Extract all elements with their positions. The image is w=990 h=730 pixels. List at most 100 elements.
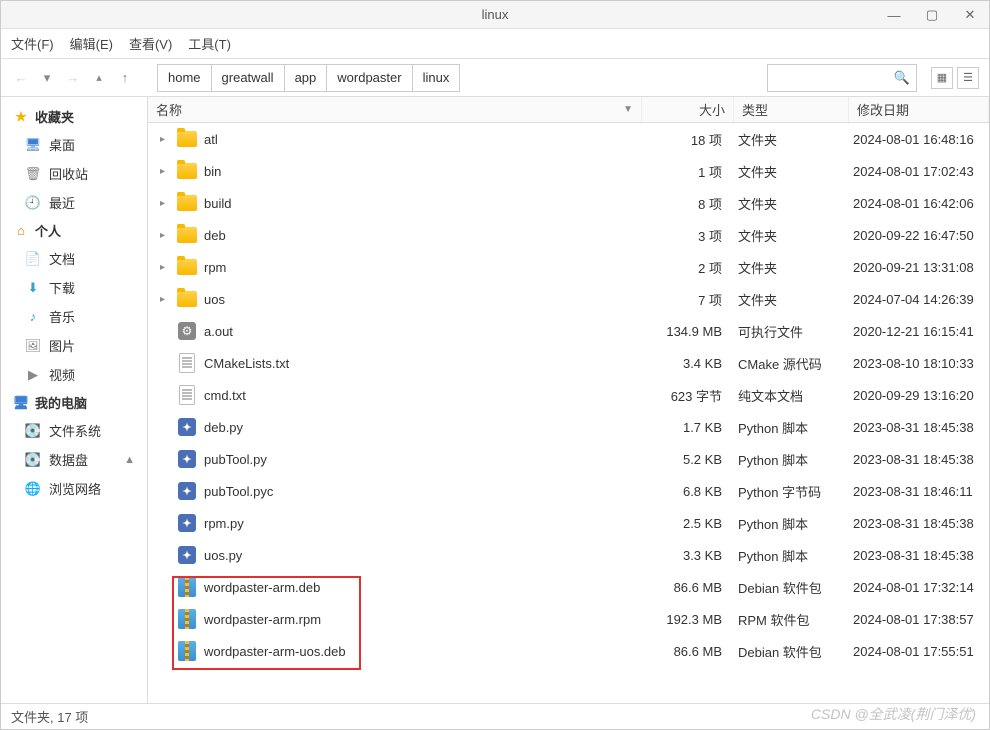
file-row[interactable]: ▸ atl 18 项 文件夹 2024-08-01 16:48:16 [148,123,989,155]
file-size: 1 项 [642,162,734,181]
folder-icon [177,259,197,275]
file-size: 18 项 [642,130,734,149]
column-type[interactable]: 类型 [734,97,849,122]
search-input[interactable] [774,70,894,85]
file-row[interactable]: ✦ deb.py 1.7 KB Python 脚本 2023-08-31 18:… [148,411,989,443]
sidebar-group-title: ⌂个人 [1,217,147,244]
file-row[interactable]: ▸ uos 7 项 文件夹 2024-07-04 14:26:39 [148,283,989,315]
sidebar-item[interactable]: ▶视频 [1,360,147,389]
sidebar-item[interactable]: 🕘最近 [1,188,147,217]
file-row[interactable]: CMakeLists.txt 3.4 KB CMake 源代码 2023-08-… [148,347,989,379]
nav-back-button[interactable]: ← [11,68,31,88]
archive-icon [178,577,196,597]
file-row[interactable]: ✦ pubTool.py 5.2 KB Python 脚本 2023-08-31… [148,443,989,475]
search-box[interactable]: 🔍 [767,64,917,92]
sidebar-item[interactable]: 🌐 浏览网络 [1,474,147,503]
file-row[interactable]: wordpaster-arm-uos.deb 86.6 MB Debian 软件… [148,635,989,667]
search-icon: 🔍 [894,70,910,86]
file-name: bin [204,164,221,179]
file-name: deb.py [204,420,243,435]
file-row[interactable]: ✦ rpm.py 2.5 KB Python 脚本 2023-08-31 18:… [148,507,989,539]
body: ★收藏夹🖥桌面🗑回收站🕘最近⌂个人📄文档⬇下载♪音乐🖼图片▶视频🖥我的电脑💽文件… [1,97,989,703]
breadcrumb-segment[interactable]: linux [413,65,460,91]
sidebar-item-label: 音乐 [49,307,75,326]
window-controls: — ▢ ✕ [875,1,989,29]
column-date[interactable]: 修改日期 [849,97,989,122]
sidebar-item[interactable]: ⬇下载 [1,273,147,302]
file-row[interactable]: wordpaster-arm.deb 86.6 MB Debian 软件包 20… [148,571,989,603]
sidebar-item[interactable]: ♪音乐 [1,302,147,331]
file-name: atl [204,132,218,147]
sidebar-item-label: 回收站 [49,164,88,183]
menu-edit[interactable]: 编辑(E) [70,34,113,53]
breadcrumb-segment[interactable]: app [285,65,328,91]
breadcrumb-segment[interactable]: wordpaster [327,65,412,91]
sidebar-item[interactable]: 📄文档 [1,244,147,273]
file-date: 2020-12-21 16:15:41 [849,324,989,339]
expander-icon[interactable]: ▸ [160,262,170,273]
file-type: Python 字节码 [734,482,849,501]
sort-indicator-icon: ▼ [623,104,633,115]
file-size: 3 项 [642,226,734,245]
place-icon: 🌐 [25,481,41,497]
expander-icon[interactable]: ▸ [160,294,170,305]
file-type: Python 脚本 [734,450,849,469]
place-icon: 🖼 [25,338,41,354]
maximize-button[interactable]: ▢ [913,1,951,29]
file-date: 2024-08-01 17:02:43 [849,164,989,179]
file-size: 3.4 KB [642,356,734,371]
file-rows[interactable]: ▸ atl 18 项 文件夹 2024-08-01 16:48:16 ▸ bin… [148,123,989,703]
file-type: 文件夹 [734,258,849,277]
file-row[interactable]: ⚙ a.out 134.9 MB 可执行文件 2020-12-21 16:15:… [148,315,989,347]
file-size: 86.6 MB [642,580,734,595]
file-row[interactable]: ▸ bin 1 项 文件夹 2024-08-01 17:02:43 [148,155,989,187]
sidebar-item[interactable]: 🖼图片 [1,331,147,360]
nav-history-button[interactable]: ▾ [37,68,57,88]
file-name: rpm.py [204,516,244,531]
sidebar-group-title: 🖥我的电脑 [1,389,147,416]
expander-icon[interactable]: ▸ [160,198,170,209]
sidebar-item[interactable]: 🖥桌面 [1,130,147,159]
column-name[interactable]: 名称▼ [148,97,642,122]
file-name: deb [204,228,226,243]
eject-icon[interactable]: ▲ [124,454,135,466]
breadcrumb-segment[interactable]: greatwall [212,65,285,91]
file-type: Python 脚本 [734,546,849,565]
view-grid-button[interactable]: ▦ [931,67,953,89]
expander-icon[interactable]: ▸ [160,166,170,177]
file-size: 86.6 MB [642,644,734,659]
menu-tools[interactable]: 工具(T) [188,34,231,53]
sidebar-item[interactable]: 🗑回收站 [1,159,147,188]
file-size: 1.7 KB [642,420,734,435]
expander-icon[interactable]: ▸ [160,230,170,241]
file-date: 2023-08-31 18:45:38 [849,452,989,467]
sidebar-item[interactable]: 💽数据盘▲ [1,445,147,474]
file-type: 可执行文件 [734,322,849,341]
file-row[interactable]: ✦ pubTool.pyc 6.8 KB Python 字节码 2023-08-… [148,475,989,507]
nav-home-button[interactable]: ▴ [89,68,109,88]
window-title: linux [482,7,509,22]
file-name: CMakeLists.txt [204,356,289,371]
nav-up-button[interactable]: ↑ [115,68,135,88]
file-row[interactable]: ▸ rpm 2 项 文件夹 2020-09-21 13:31:08 [148,251,989,283]
breadcrumb-segment[interactable]: home [158,65,212,91]
sidebar-item-label: 文件系统 [49,421,101,440]
minimize-button[interactable]: — [875,1,913,29]
expander-icon[interactable]: ▸ [160,134,170,145]
file-date: 2024-08-01 17:38:57 [849,612,989,627]
file-row[interactable]: ▸ deb 3 项 文件夹 2020-09-22 16:47:50 [148,219,989,251]
file-size: 8 项 [642,194,734,213]
sidebar-item-label: 浏览网络 [49,479,101,498]
file-row[interactable]: ▸ build 8 项 文件夹 2024-08-01 16:42:06 [148,187,989,219]
menu-view[interactable]: 查看(V) [129,34,172,53]
file-manager-window: linux — ▢ ✕ 文件(F) 编辑(E) 查看(V) 工具(T) ← ▾ … [0,0,990,730]
sidebar-item[interactable]: 💽文件系统 [1,416,147,445]
nav-forward-button[interactable]: → [63,68,83,88]
file-row[interactable]: wordpaster-arm.rpm 192.3 MB RPM 软件包 2024… [148,603,989,635]
file-row[interactable]: ✦ uos.py 3.3 KB Python 脚本 2023-08-31 18:… [148,539,989,571]
view-list-button[interactable]: ☰ [957,67,979,89]
file-row[interactable]: cmd.txt 623 字节 纯文本文档 2020-09-29 13:16:20 [148,379,989,411]
close-button[interactable]: ✕ [951,1,989,29]
column-size[interactable]: 大小 [642,97,734,122]
menu-file[interactable]: 文件(F) [11,34,54,53]
